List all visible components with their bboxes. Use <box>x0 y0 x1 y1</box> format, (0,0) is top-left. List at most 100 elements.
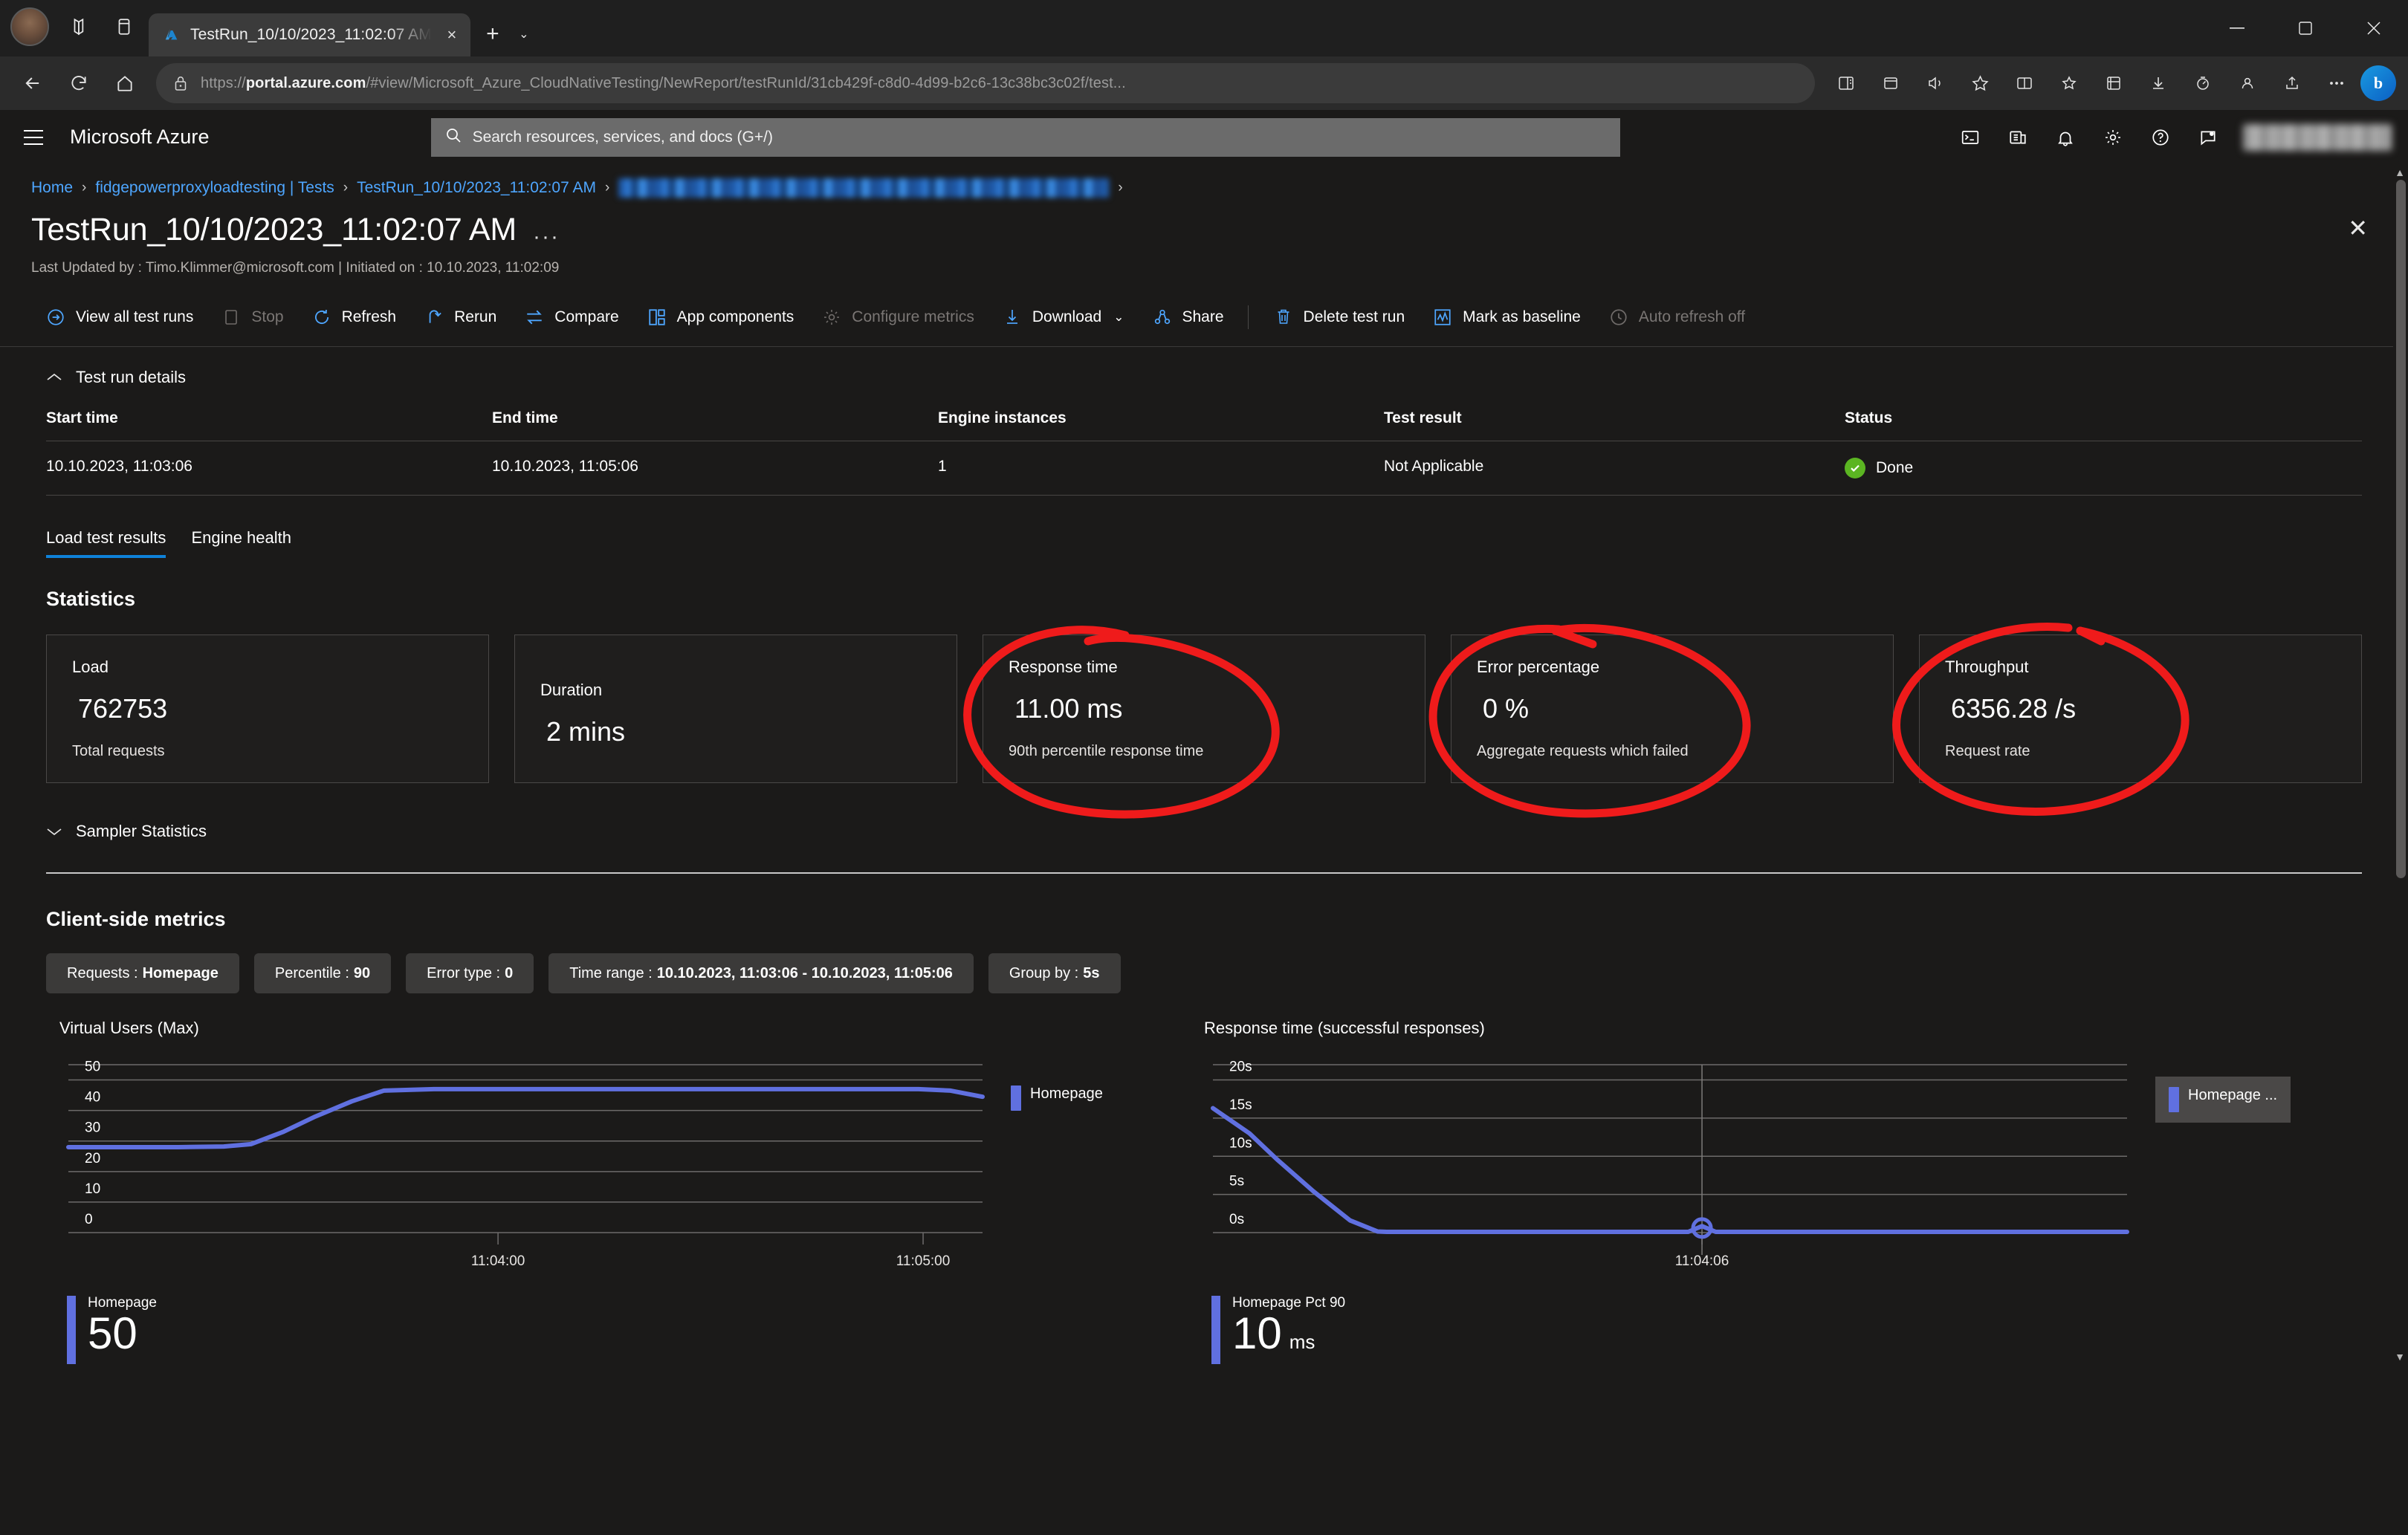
feedback-icon[interactable] <box>2188 117 2228 158</box>
stat-card-throughput: Throughput 6356.28 /s Request rate <box>1919 635 2362 783</box>
downloads-icon[interactable] <box>2137 62 2179 104</box>
table-row: 10.10.2023, 11:03:06 10.10.2023, 11:05:0… <box>46 441 2362 495</box>
back-icon[interactable] <box>12 62 54 104</box>
refresh-button[interactable]: Refresh <box>297 302 410 333</box>
browser-essentials-icon[interactable] <box>2004 62 2045 104</box>
collections-panel-icon[interactable] <box>2093 62 2134 104</box>
stat-label: Error percentage <box>1477 658 1868 677</box>
cell-start-time: 10.10.2023, 11:03:06 <box>46 441 492 495</box>
command-label: App components <box>677 308 794 326</box>
azure-brand[interactable]: Microsoft Azure <box>70 126 210 149</box>
svg-text:20: 20 <box>85 1151 100 1166</box>
delete-test-run-button[interactable]: Delete test run <box>1259 302 1419 333</box>
address-bar[interactable]: https://portal.azure.com/#view/Microsoft… <box>156 63 1815 103</box>
chart-legend[interactable]: Homepage ... <box>2155 1077 2291 1123</box>
stat-value: 2 mins <box>540 716 931 747</box>
minimize-button[interactable] <box>2203 0 2271 56</box>
search-input[interactable] <box>473 129 1607 146</box>
scroll-down-arrow[interactable]: ▼ <box>2395 1351 2405 1363</box>
browser-toolbar-icons: b <box>1825 62 2396 104</box>
download-button[interactable]: Download ⌄ <box>988 302 1138 333</box>
azure-global-header: Microsoft Azure <box>0 110 2408 165</box>
tab-load-test-results[interactable]: Load test results <box>46 528 166 558</box>
chevron-up-icon <box>46 372 62 383</box>
filter-group-by[interactable]: Group by :5s <box>988 953 1121 993</box>
directories-icon[interactable] <box>1998 117 2038 158</box>
response-time-plot[interactable]: 0s5s10s15s20s11:04:06 <box>1191 1054 2142 1277</box>
filter-time-range[interactable]: Time range :10.10.2023, 11:03:06 - 10.10… <box>548 953 974 993</box>
share-button[interactable]: Share <box>1138 302 1237 333</box>
filter-requests[interactable]: Requests :Homepage <box>46 953 239 993</box>
scrollbar-thumb[interactable] <box>2396 180 2406 878</box>
maximize-button[interactable] <box>2271 0 2340 56</box>
breadcrumb-item-redacted[interactable] <box>618 178 1109 198</box>
window-close-button[interactable] <box>2340 0 2408 56</box>
app-components-button[interactable]: App components <box>632 302 808 333</box>
svg-text:5s: 5s <box>1229 1174 1244 1190</box>
svg-text:11:04:00: 11:04:00 <box>471 1253 525 1269</box>
chart-canvas[interactable]: 0s5s10s15s20s11:04:06 <box>1191 1054 2142 1281</box>
help-icon[interactable] <box>2140 117 2181 158</box>
cloud-shell-icon[interactable] <box>1950 117 1990 158</box>
settings-icon[interactable] <box>2093 117 2133 158</box>
refresh-icon[interactable] <box>58 62 100 104</box>
stat-value: 762753 <box>72 693 463 724</box>
blade-subtitle: Last Updated by : Timo.Klimmer@microsoft… <box>0 250 2408 276</box>
new-tab-button[interactable]: + <box>476 18 509 51</box>
stat-card-load: Load 762753 Total requests <box>46 635 489 783</box>
test-run-details-toggle[interactable]: Test run details <box>0 347 2408 387</box>
configure-metrics-button: Configure metrics <box>807 302 988 333</box>
split-screen-icon[interactable] <box>1825 62 1867 104</box>
tab-actions-icon[interactable] <box>110 13 138 41</box>
share-browser-icon[interactable] <box>2271 62 2313 104</box>
command-label: Auto refresh off <box>1639 308 1745 326</box>
view-all-test-runs-button[interactable]: View all test runs <box>31 302 207 333</box>
scroll-up-arrow[interactable]: ▲ <box>2395 166 2405 178</box>
favorite-star-icon[interactable] <box>1959 62 2001 104</box>
share-icon <box>1151 306 1174 328</box>
more-options-button[interactable]: ··· <box>533 224 560 250</box>
rerun-button[interactable]: Rerun <box>410 302 510 333</box>
copilot-icon[interactable]: b <box>2360 65 2396 101</box>
performance-icon[interactable] <box>2182 62 2224 104</box>
legend-label: Homepage <box>1030 1085 1103 1103</box>
tab-engine-health[interactable]: Engine health <box>191 528 291 558</box>
close-icon[interactable]: × <box>441 24 463 46</box>
command-label: Download <box>1032 308 1101 326</box>
collections-icon[interactable] <box>1870 62 1912 104</box>
read-aloud-icon[interactable] <box>1915 62 1956 104</box>
page-scrollbar[interactable]: ▲ ▼ <box>2393 165 2408 1364</box>
breadcrumb-item-home[interactable]: Home <box>31 179 73 197</box>
filter-percentile[interactable]: Percentile :90 <box>254 953 391 993</box>
global-search[interactable] <box>431 118 1620 157</box>
sampler-statistics-toggle[interactable]: Sampler Statistics <box>0 783 2408 841</box>
profile-avatar[interactable] <box>10 7 49 46</box>
chart-canvas[interactable]: 0102030405011:04:0011:05:00 <box>46 1054 997 1281</box>
account-info-redacted[interactable] <box>2243 124 2392 151</box>
charts-row: Virtual Users (Max) 0102030405011:04:001… <box>0 993 2408 1364</box>
compare-button[interactable]: Compare <box>510 302 632 333</box>
client-side-metrics-heading: Client-side metrics <box>0 874 2408 931</box>
breadcrumb: Home › fidgepowerproxyloadtesting | Test… <box>0 165 2408 198</box>
home-icon[interactable] <box>104 62 146 104</box>
profile-browser-icon[interactable] <box>2227 62 2268 104</box>
svg-text:10: 10 <box>85 1181 100 1197</box>
settings-more-icon[interactable] <box>2316 62 2357 104</box>
workspaces-icon[interactable] <box>65 13 94 41</box>
app-components-icon <box>646 306 668 328</box>
browser-tab[interactable]: TestRun_10/10/2023_11:02:07 AM × <box>149 13 470 56</box>
mark-as-baseline-button[interactable]: Mark as baseline <box>1418 302 1594 333</box>
breadcrumb-item-tests[interactable]: fidgepowerproxyloadtesting | Tests <box>95 179 334 197</box>
favorites-bar-icon[interactable] <box>2048 62 2090 104</box>
lock-icon <box>171 74 190 93</box>
chevron-down-icon[interactable]: ⌄ <box>509 18 539 51</box>
menu-icon[interactable] <box>16 120 51 155</box>
virtual-users-plot[interactable]: 0102030405011:04:0011:05:00 <box>46 1054 997 1277</box>
command-label: View all test runs <box>76 308 193 326</box>
kpi-virtual-users: Homepage 50 <box>46 1281 1191 1364</box>
notifications-icon[interactable] <box>2045 117 2085 158</box>
filter-error-type[interactable]: Error type :0 <box>406 953 534 993</box>
breadcrumb-item-testrun[interactable]: TestRun_10/10/2023_11:02:07 AM <box>357 179 596 197</box>
kpi-color-bar <box>1211 1296 1220 1364</box>
blade-close-button[interactable]: ✕ <box>2348 214 2377 242</box>
